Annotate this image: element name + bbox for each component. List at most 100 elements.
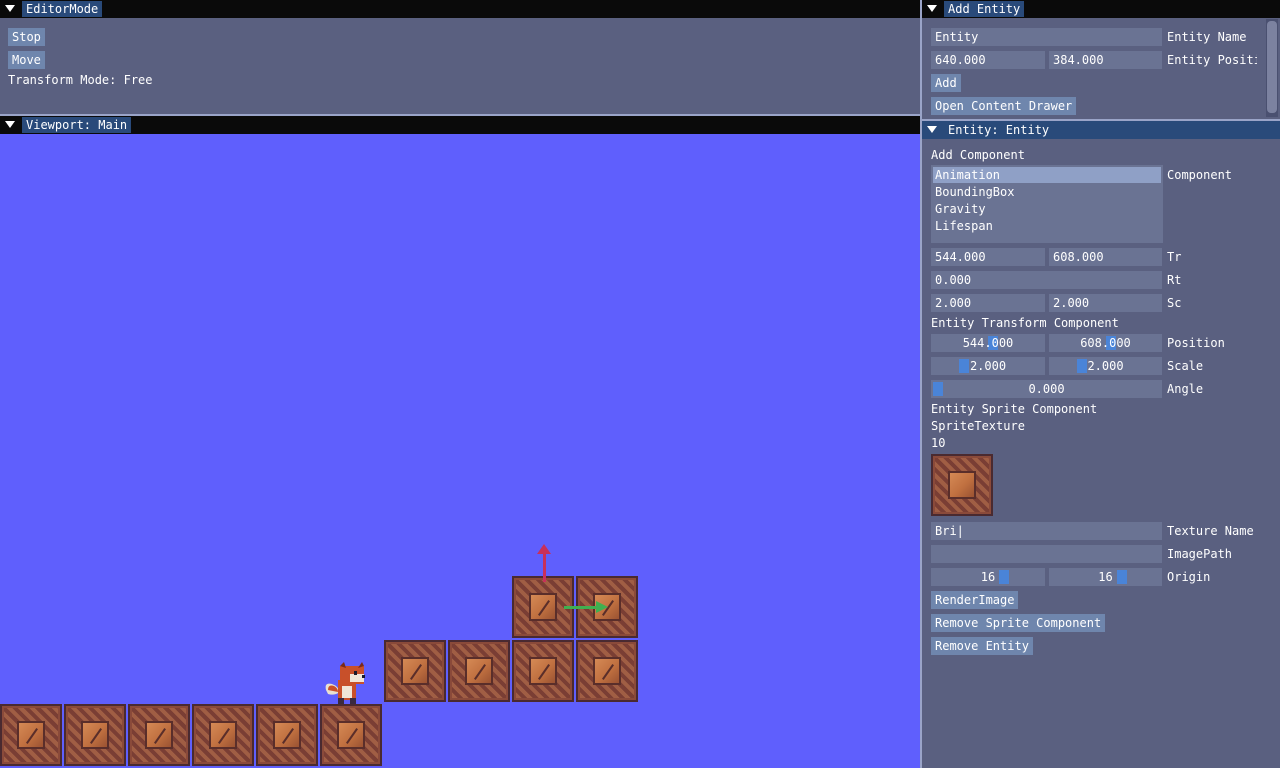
collapse-triangle-icon[interactable] <box>927 126 937 133</box>
brick-crate-sprite[interactable] <box>192 704 254 766</box>
crate-panel <box>529 593 557 621</box>
component-list-item[interactable]: Animation <box>933 167 1161 183</box>
scale-label: Scale <box>1167 359 1204 373</box>
brick-crate-sprite[interactable] <box>576 640 638 702</box>
entity-position-y-input[interactable]: 384.000 <box>1049 51 1162 69</box>
scale-y-slider[interactable]: 2.000 <box>1049 357 1162 375</box>
sc-x-input[interactable]: 2.000 <box>931 294 1045 312</box>
slider-grab[interactable] <box>1077 359 1087 373</box>
add-entity-button[interactable]: Add <box>931 74 961 92</box>
image-path-input[interactable] <box>931 545 1162 563</box>
rt-input[interactable]: 0.000 <box>931 271 1162 289</box>
gizmo-x-arrow-icon[interactable] <box>564 600 610 614</box>
brick-crate-sprite[interactable] <box>384 640 446 702</box>
crate-panel <box>81 721 109 749</box>
collapse-triangle-icon[interactable] <box>927 5 937 12</box>
entity-position-label: Entity Positio <box>1167 53 1257 67</box>
angle-value: 0.000 <box>1028 382 1065 396</box>
slider-grab[interactable] <box>999 570 1009 584</box>
position-y-slider[interactable]: 608.000 <box>1049 334 1162 352</box>
crate-panel <box>401 657 429 685</box>
entity-position-x-input[interactable]: 640.000 <box>931 51 1045 69</box>
origin-y-slider[interactable]: 16 <box>1049 568 1162 586</box>
scale-x-value: 2.000 <box>969 359 1007 373</box>
transform-mode-text: Transform Mode: Free <box>8 73 153 87</box>
stop-button[interactable]: Stop <box>8 28 45 46</box>
origin-x-slider[interactable]: 16 <box>931 568 1045 586</box>
entity-titlebar[interactable]: Entity: Entity <box>922 121 1280 139</box>
brick-crate-sprite[interactable] <box>256 704 318 766</box>
sc-y-input[interactable]: 2.000 <box>1049 294 1162 312</box>
position-x-slider[interactable]: 544.000 <box>931 334 1045 352</box>
crate-panel <box>337 721 365 749</box>
angle-slider[interactable]: 0.000 <box>931 380 1162 398</box>
gizmo-y-arrow-icon[interactable] <box>536 542 552 582</box>
component-list-item[interactable]: Gravity <box>933 201 1161 217</box>
crate-panel <box>465 657 493 685</box>
component-label: Component <box>1167 168 1233 182</box>
brick-crate-sprite[interactable] <box>448 640 510 702</box>
entity-name-input[interactable]: Entity <box>931 28 1162 46</box>
texture-name-input[interactable]: Bri| <box>931 522 1162 540</box>
position-x-value: 544.000 <box>962 336 1014 350</box>
rt-label: Rt <box>1167 273 1182 287</box>
add-entity-titlebar[interactable]: Add Entity <box>922 0 1280 18</box>
move-button[interactable]: Move <box>8 51 45 69</box>
transform-component-header: Entity Transform Component <box>931 316 1119 330</box>
remove-entity-button[interactable]: Remove Entity <box>931 637 1033 655</box>
position-label: Position <box>1167 336 1225 350</box>
viewport-title: Viewport: Main <box>22 117 132 133</box>
origin-y-value: 16 <box>1098 570 1113 584</box>
render-image-button[interactable]: RenderImage <box>931 591 1019 609</box>
open-content-drawer-button[interactable]: Open Content Drawer <box>931 97 1077 115</box>
entity-title: Entity: Entity <box>944 122 1054 138</box>
viewport-panel: Viewport: Main <box>0 116 920 134</box>
fox-player-sprite[interactable] <box>324 662 370 706</box>
crate-panel <box>209 721 237 749</box>
slider-grab[interactable] <box>933 382 943 396</box>
crate-panel <box>145 721 173 749</box>
entity-panel: Entity: Entity Add Component Animation B… <box>922 121 1280 768</box>
sprite-component-header: Entity Sprite Component <box>931 402 1098 416</box>
slider-grab[interactable] <box>959 359 969 373</box>
tr-x-input[interactable]: 544.000 <box>931 248 1045 266</box>
editor-mode-titlebar[interactable]: EditorMode <box>0 0 920 18</box>
collapse-triangle-icon[interactable] <box>5 5 15 12</box>
origin-label: Origin <box>1167 570 1211 584</box>
image-path-label: ImagePath <box>1167 547 1233 561</box>
slider-grab[interactable] <box>1117 570 1127 584</box>
scale-y-value: 2.000 <box>1087 359 1124 373</box>
editor-mode-title: EditorMode <box>22 1 103 17</box>
texture-id-text: 10 <box>931 436 946 450</box>
position-y-value: 608.000 <box>1080 336 1131 350</box>
brick-crate-sprite[interactable] <box>0 704 62 766</box>
collapse-triangle-icon[interactable] <box>5 121 15 128</box>
tr-label: Tr <box>1167 250 1182 264</box>
component-list-item[interactable]: Lifespan <box>933 218 1161 234</box>
remove-sprite-component-button[interactable]: Remove Sprite Component <box>931 614 1106 632</box>
brick-crate-sprite[interactable] <box>128 704 190 766</box>
scale-x-slider[interactable]: 2.000 <box>931 357 1045 375</box>
origin-x-value: 16 <box>980 570 996 584</box>
viewport-titlebar[interactable]: Viewport: Main <box>0 116 920 134</box>
add-entity-title: Add Entity <box>944 1 1025 17</box>
brick-crate-sprite[interactable] <box>512 640 574 702</box>
scrollbar-thumb[interactable] <box>1267 21 1277 113</box>
component-listbox[interactable]: Animation BoundingBox Gravity Lifespan <box>931 165 1163 243</box>
add-entity-scrollbar[interactable] <box>1266 19 1278 117</box>
sc-label: Sc <box>1167 296 1182 310</box>
viewport-canvas[interactable] <box>0 134 920 768</box>
add-component-label: Add Component <box>931 148 1025 162</box>
texture-name-label: Texture Name <box>1167 524 1254 538</box>
crate-panel <box>273 721 301 749</box>
brick-crate-sprite[interactable] <box>320 704 382 766</box>
crate-panel <box>593 657 621 685</box>
tr-y-input[interactable]: 608.000 <box>1049 248 1162 266</box>
angle-label: Angle <box>1167 382 1204 396</box>
texture-preview-image[interactable] <box>931 454 993 516</box>
crate-panel <box>529 657 557 685</box>
crate-panel <box>17 721 45 749</box>
brick-crate-sprite[interactable] <box>64 704 126 766</box>
sprite-texture-label: SpriteTexture <box>931 419 1025 433</box>
component-list-item[interactable]: BoundingBox <box>933 184 1161 200</box>
